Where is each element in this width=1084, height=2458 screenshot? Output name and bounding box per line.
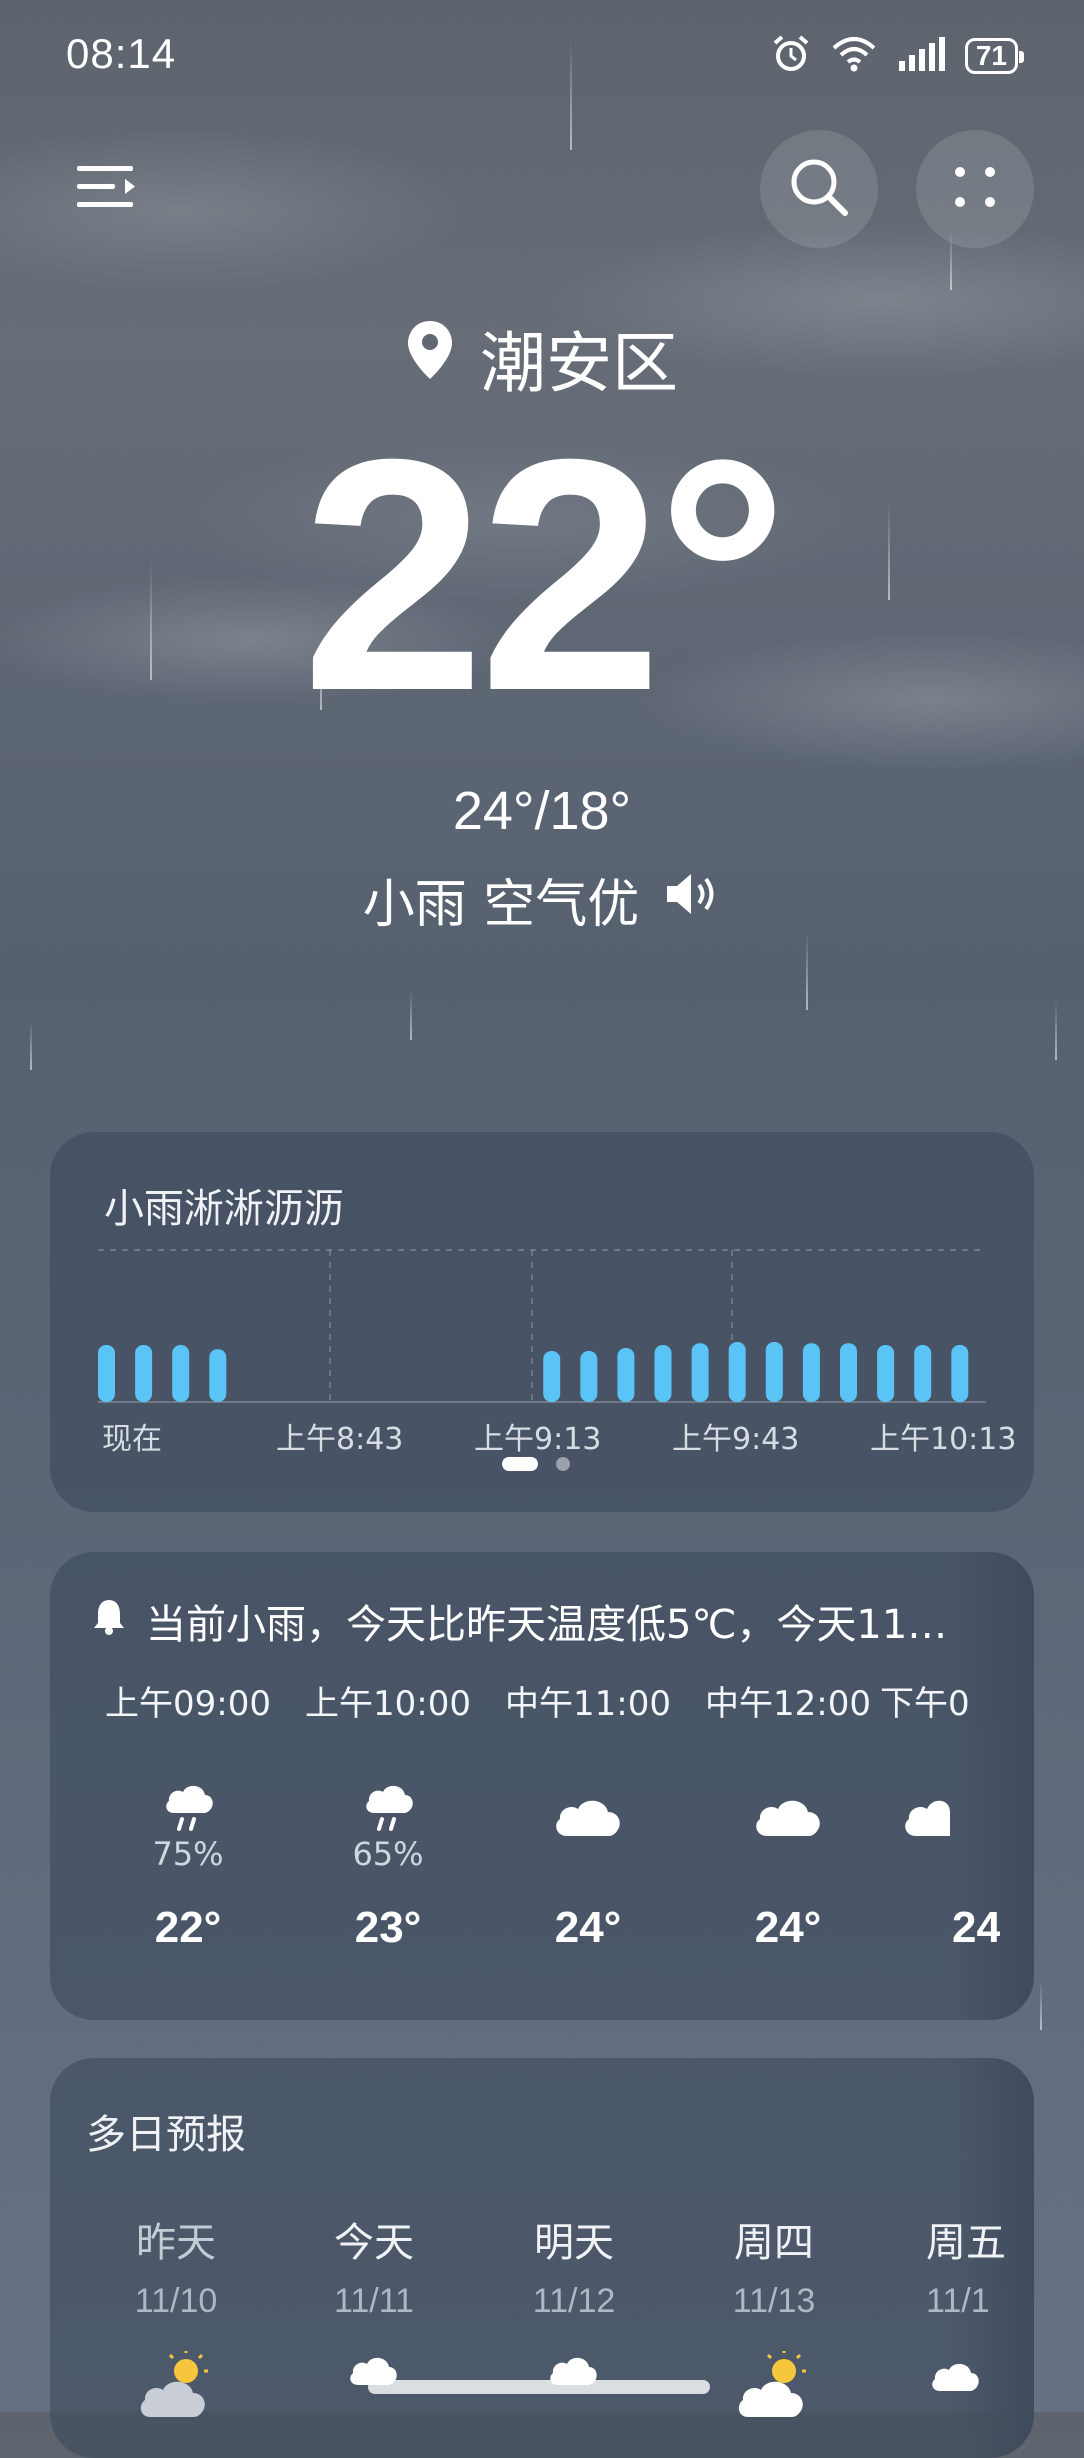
- weather-alert[interactable]: 当前小雨，今天比昨天温度低5℃，今天11…: [92, 1592, 947, 1650]
- hour-time: 上午09:00: [105, 1684, 271, 1724]
- speaker-icon[interactable]: [663, 870, 721, 930]
- precipitation-chart: [98, 1249, 986, 1403]
- chart-bar: [135, 1345, 153, 1402]
- chart-bar: [765, 1342, 783, 1402]
- day-date: 11/12: [532, 2282, 616, 2320]
- chart-bar: [691, 1343, 709, 1402]
- chart-bar: [951, 1345, 969, 1402]
- chart-bar: [802, 1343, 820, 1402]
- wifi-icon: [831, 36, 877, 76]
- day-name: 今天: [334, 2220, 414, 2266]
- chart-bar: [580, 1351, 598, 1402]
- day-name: 周五: [926, 2220, 1006, 2266]
- hour-time: 下午0: [880, 1684, 970, 1724]
- chart-tick-label: 上午8:43: [276, 1422, 404, 1457]
- chart-tick-label: 上午9:43: [672, 1422, 800, 1457]
- hour-item[interactable]: 上午10:00 65% 23°: [288, 1676, 488, 1953]
- more-button[interactable]: [916, 130, 1034, 248]
- battery-level: 71: [975, 40, 1007, 71]
- day-date: 11/1: [926, 2282, 990, 2320]
- bell-icon: [92, 1596, 126, 1646]
- alarm-icon: [771, 34, 811, 78]
- chart-bar: [877, 1345, 895, 1402]
- day-item[interactable]: 昨天 11/10: [76, 2210, 276, 2421]
- chart-bar: [914, 1345, 932, 1402]
- chart-tick-label: 现在: [102, 1422, 162, 1457]
- page-dot-active[interactable]: [502, 1457, 538, 1471]
- hour-temp: 23°: [354, 1903, 422, 1952]
- hour-pop: 65%: [352, 1835, 424, 1873]
- cloud-icon: [880, 1753, 1000, 1879]
- hour-item[interactable]: 中午12:00 24°: [688, 1676, 888, 1953]
- hour-time: 中午11:00: [505, 1684, 671, 1724]
- cloud-icon: [926, 2351, 1024, 2421]
- search-button[interactable]: [760, 130, 878, 248]
- chart-bar: [728, 1342, 746, 1402]
- hour-temp: 24°: [554, 1903, 622, 1952]
- hour-pop: 75%: [152, 1835, 224, 1873]
- search-icon: [788, 156, 850, 222]
- menu-button[interactable]: [48, 130, 166, 248]
- day-date: 11/10: [134, 2282, 218, 2320]
- chart-bar: [840, 1343, 857, 1402]
- daily-title: 多日预报: [86, 2112, 246, 2158]
- sun-cloud-icon: [76, 2351, 276, 2421]
- hour-time: 中午12:00: [705, 1684, 871, 1724]
- status-time: 08:14: [66, 30, 177, 77]
- hour-item[interactable]: 上午09:00 75% 22°: [88, 1676, 288, 1953]
- location-pin-icon: [406, 319, 454, 397]
- weather-summary: 小雨 空气优: [0, 862, 1084, 937]
- rain-cloud-icon: [88, 1753, 288, 1833]
- hour-temp: 24: [952, 1903, 1000, 1952]
- hour-temp: 24°: [754, 1903, 822, 1952]
- precip-title: 小雨淅淅沥沥: [104, 1186, 344, 1232]
- rain-cloud-icon: [288, 1753, 488, 1833]
- battery-icon: 71: [964, 38, 1025, 74]
- cloud-icon: [488, 1753, 688, 1879]
- day-date: 11/11: [333, 2282, 415, 2320]
- condition-text: 小雨 空气优: [362, 875, 640, 935]
- hour-item[interactable]: 中午11:00 24°: [488, 1676, 688, 1953]
- grid-dots-icon: [950, 162, 1000, 216]
- status-icons: 71: [771, 34, 1025, 78]
- chart-bar: [172, 1345, 190, 1402]
- day-date: 11/13: [732, 2282, 816, 2320]
- hour-time: 上午10:00: [305, 1684, 471, 1724]
- chart-bar: [98, 1345, 115, 1402]
- temperature-range: 24°/18°: [452, 781, 632, 841]
- signal-icon: [897, 37, 945, 75]
- home-indicator[interactable]: [368, 2380, 710, 2394]
- hour-item[interactable]: 下午0 24: [880, 1676, 1000, 1953]
- menu-icon: [75, 164, 139, 214]
- hour-temp: 22°: [154, 1903, 222, 1952]
- cloud-icon: [688, 1753, 888, 1879]
- current-temperature: 22°: [301, 390, 788, 759]
- chart-tick-label: 上午10:13: [870, 1422, 1017, 1457]
- chart-bar: [654, 1345, 672, 1402]
- day-name: 明天: [534, 2220, 614, 2266]
- alert-text: 当前小雨，今天比昨天温度低5℃，今天11…: [146, 1602, 948, 1648]
- day-name: 周四: [734, 2220, 814, 2266]
- chart-bar: [543, 1351, 561, 1402]
- page-indicator[interactable]: [502, 1457, 570, 1471]
- chart-tick-label: 上午9:13: [474, 1422, 602, 1457]
- day-name: 昨天: [136, 2220, 216, 2266]
- chart-bar: [617, 1348, 635, 1402]
- day-item[interactable]: 周五 11/1: [874, 2210, 1024, 2421]
- page-dot[interactable]: [556, 1457, 570, 1471]
- chart-bar: [209, 1349, 227, 1402]
